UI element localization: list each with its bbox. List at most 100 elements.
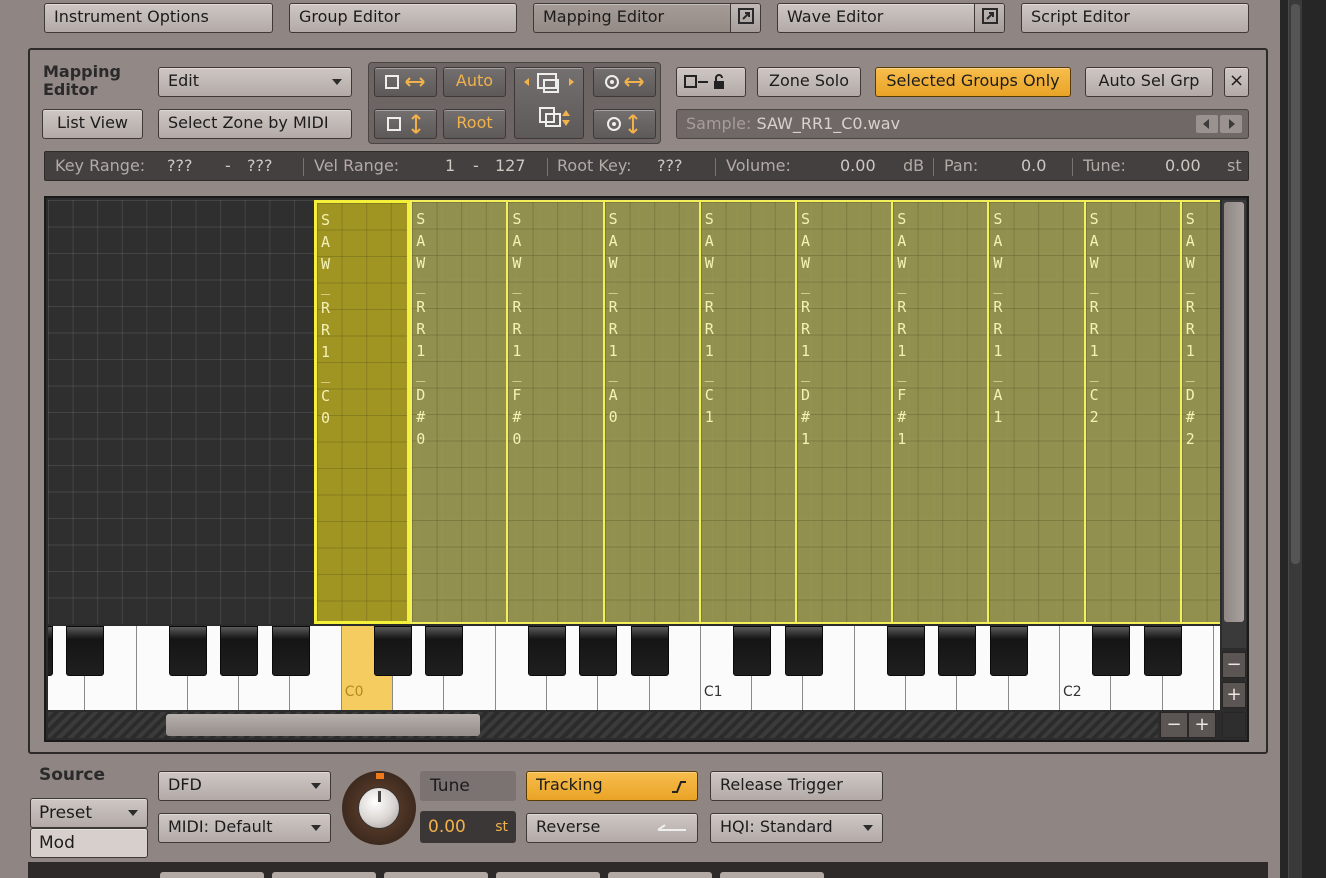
black-key[interactable] xyxy=(579,626,618,676)
zone[interactable]: SAW_RR1_F#1 xyxy=(891,200,990,624)
zone-grid[interactable]: SAW_RR1_C0 SAW_RR1_D#0 SAW_RR1_F#0 SAW_RR1_… xyxy=(48,200,1220,624)
zone[interactable]: SAW_RR1_C0 xyxy=(314,200,411,624)
root-button[interactable]: Root xyxy=(443,109,506,139)
auto-sel-grp-button[interactable]: Auto Sel Grp xyxy=(1085,67,1213,97)
sample-field: Sample: SAW_RR1_C0.wav xyxy=(676,109,1249,139)
key-range-high[interactable]: ??? xyxy=(247,152,272,180)
volume-value[interactable]: 0.00 xyxy=(840,152,876,180)
black-key[interactable] xyxy=(271,626,310,676)
zone[interactable]: SAW_RR1_C1 xyxy=(698,200,797,624)
fade-vertical-button[interactable] xyxy=(593,109,656,139)
white-key[interactable] xyxy=(1213,626,1220,710)
group-tabs xyxy=(160,872,824,878)
zoom-in-vertical-button[interactable]: + xyxy=(1222,682,1246,708)
zoom-out-horizontal-button[interactable]: − xyxy=(1160,712,1188,738)
black-key[interactable] xyxy=(887,626,926,676)
group-tab[interactable] xyxy=(272,872,376,878)
tab-script-editor[interactable]: Script Editor xyxy=(1021,3,1249,33)
tab-wave-editor[interactable]: Wave Editor xyxy=(777,3,1005,33)
selected-groups-only-label: Selected Groups Only xyxy=(886,71,1060,90)
black-key[interactable] xyxy=(630,626,669,676)
divider xyxy=(303,158,304,176)
popout-button[interactable] xyxy=(730,4,760,32)
black-key[interactable] xyxy=(66,626,105,676)
outer-scrollbar-thumb[interactable] xyxy=(1291,4,1300,564)
zoom-in-horizontal-button[interactable]: + xyxy=(1188,712,1216,738)
volume-label: Volume: xyxy=(726,156,791,175)
mod-tab[interactable]: Mod xyxy=(30,828,148,858)
outer-scrollbar[interactable] xyxy=(1288,0,1302,878)
tracking-button[interactable]: Tracking xyxy=(526,771,698,801)
close-button[interactable]: × xyxy=(1224,67,1249,97)
group-tab[interactable] xyxy=(608,872,712,878)
zone[interactable]: SAW_RR1_C2 xyxy=(1083,200,1182,624)
previous-sample-button[interactable] xyxy=(1196,115,1218,133)
preset-tab[interactable]: Preset xyxy=(30,798,148,828)
black-key[interactable] xyxy=(989,626,1028,676)
group-tab[interactable] xyxy=(160,872,264,878)
tune-knob[interactable] xyxy=(342,771,416,845)
tune-value[interactable]: 0.00 xyxy=(1165,152,1201,180)
expand-vertical-button[interactable] xyxy=(374,109,437,139)
black-key[interactable] xyxy=(938,626,977,676)
vertical-scrollbar[interactable] xyxy=(1222,200,1246,648)
source-mode-select[interactable]: DFD xyxy=(158,771,331,801)
black-key[interactable] xyxy=(168,626,207,676)
hq-interpolation-select[interactable]: HQI: Standard xyxy=(710,813,883,843)
release-trigger-button[interactable]: Release Trigger xyxy=(710,771,883,801)
black-key[interactable] xyxy=(220,626,259,676)
group-tab[interactable] xyxy=(384,872,488,878)
black-key[interactable] xyxy=(1092,626,1131,676)
group-tab[interactable] xyxy=(496,872,600,878)
black-key[interactable] xyxy=(1143,626,1182,676)
zone[interactable]: SAW_RR1_D#2 xyxy=(1179,200,1220,624)
lock-zone-button[interactable] xyxy=(676,67,746,97)
vertical-scrollbar-thumb[interactable] xyxy=(1224,202,1244,622)
zone-name: SAW_RR1_F#0 xyxy=(512,210,522,448)
fade-vertical-icon xyxy=(606,114,638,134)
group-tab[interactable] xyxy=(720,872,824,878)
tab-instrument-options[interactable]: Instrument Options xyxy=(44,3,273,33)
zone[interactable]: SAW_RR1_D#1 xyxy=(795,200,894,624)
black-key[interactable] xyxy=(784,626,823,676)
select-zone-by-midi-button[interactable]: Select Zone by MIDI xyxy=(158,109,352,139)
zone[interactable]: SAW_RR1_A0 xyxy=(602,200,701,624)
black-key[interactable] xyxy=(374,626,413,676)
edit-menu[interactable]: Edit xyxy=(158,67,352,97)
tune-value-field[interactable]: 0.00 st xyxy=(420,811,516,843)
pan-value[interactable]: 0.0 xyxy=(1021,152,1046,180)
zone[interactable]: SAW_RR1_D#0 xyxy=(410,200,509,624)
tab-mapping-editor[interactable]: Mapping Editor xyxy=(533,3,761,33)
vel-high[interactable]: 127 xyxy=(495,152,526,180)
reverse-button[interactable]: Reverse xyxy=(526,813,698,843)
piano-keyboard[interactable]: C0 C1 C2 xyxy=(48,626,1220,710)
zone[interactable]: SAW_RR1_A1 xyxy=(987,200,1086,624)
selected-groups-only-button[interactable]: Selected Groups Only xyxy=(875,67,1071,97)
fade-horizontal-button[interactable] xyxy=(593,67,656,97)
popout-button[interactable] xyxy=(974,4,1004,32)
black-key[interactable] xyxy=(48,626,53,676)
horizontal-scrollbar-thumb[interactable] xyxy=(166,714,480,736)
vel-low[interactable]: 1 xyxy=(445,152,455,180)
key-label-c2: C2 xyxy=(1063,684,1082,700)
midi-select[interactable]: MIDI: Default xyxy=(158,813,331,843)
zone-solo-button[interactable]: Zone Solo xyxy=(757,67,861,97)
popout-icon xyxy=(738,8,754,24)
key-range-low[interactable]: ??? xyxy=(167,152,192,180)
root-key-value[interactable]: ??? xyxy=(657,152,682,180)
zone-name: SAW_RR1_F#1 xyxy=(897,210,907,448)
horizontal-scrollbar[interactable] xyxy=(48,712,1158,738)
black-key[interactable] xyxy=(528,626,566,676)
divider xyxy=(715,158,716,176)
black-key[interactable] xyxy=(733,626,772,676)
zone[interactable]: SAW_RR1_F#0 xyxy=(506,200,605,624)
zoom-out-vertical-button[interactable]: − xyxy=(1222,652,1246,678)
move-zone-pad[interactable] xyxy=(514,67,584,139)
list-view-button[interactable]: List View xyxy=(42,109,143,139)
black-key[interactable] xyxy=(425,626,464,676)
knob-indicator xyxy=(378,791,381,802)
next-sample-button[interactable] xyxy=(1220,115,1242,133)
auto-button[interactable]: Auto xyxy=(443,67,506,97)
expand-horizontal-button[interactable] xyxy=(374,67,437,97)
tab-group-editor[interactable]: Group Editor xyxy=(289,3,517,33)
